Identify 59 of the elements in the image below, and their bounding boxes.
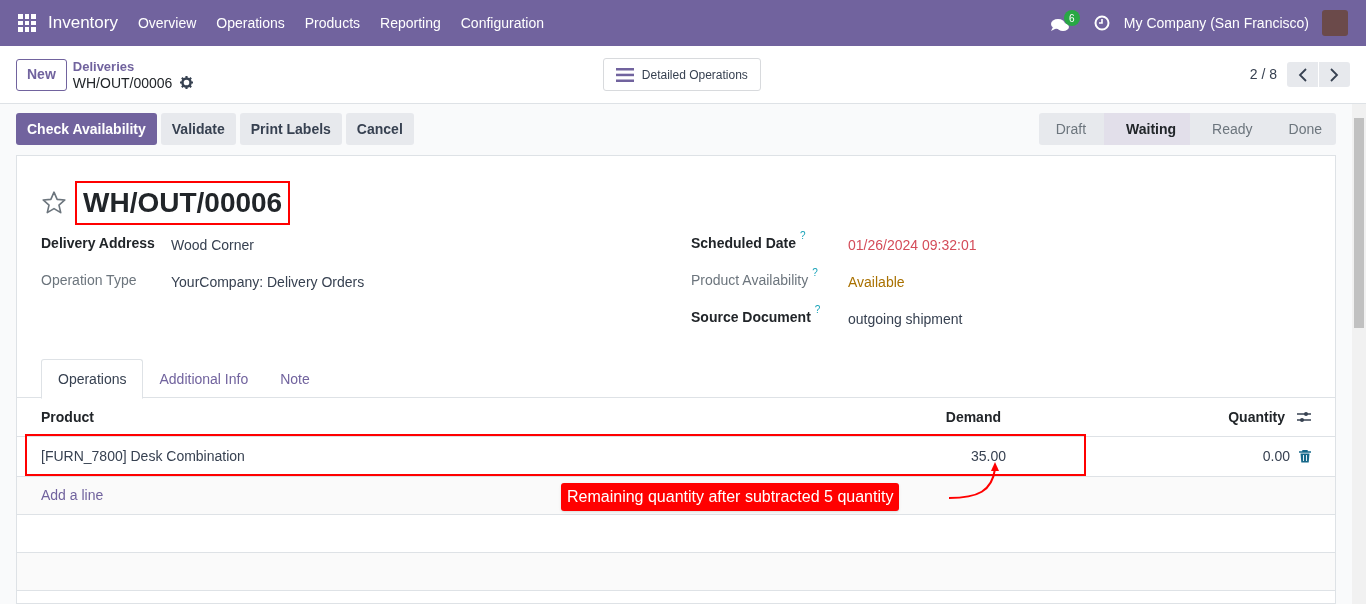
annotation-callout: Remaining quantity after subtracted 5 quantity xyxy=(561,483,900,511)
table-cell[interactable]: 0.00 xyxy=(1006,446,1290,467)
field-label: Product Availability xyxy=(691,271,809,290)
field-value: outgoing shipment xyxy=(848,310,963,329)
add-line-link[interactable]: Add a line xyxy=(41,485,104,506)
column-settings-icon[interactable] xyxy=(1297,410,1311,424)
action-button[interactable]: Validate xyxy=(160,113,236,145)
detailed-operations-button[interactable]: Detailed Operations xyxy=(602,58,761,91)
form-tab[interactable]: Operations xyxy=(41,359,144,399)
breadcrumb-link[interactable]: Deliveries xyxy=(72,58,603,75)
field-label: Delivery Address xyxy=(41,234,155,253)
help-tooltip-icon[interactable]: ? xyxy=(812,267,818,279)
form-tab[interactable]: Note xyxy=(264,359,326,399)
pager-value: 2 / 8 xyxy=(1249,65,1277,84)
record-name: WH/OUT/00006 xyxy=(72,74,173,91)
field-value: 01/26/2024 09:32:01 xyxy=(848,236,977,255)
list-icon xyxy=(615,67,634,82)
menu-item[interactable]: Products xyxy=(304,12,361,34)
chevron-left-icon xyxy=(1298,67,1307,82)
apps-menu-icon[interactable] xyxy=(18,14,36,32)
field-value: YourCompany: Delivery Orders xyxy=(171,273,365,292)
help-tooltip-icon[interactable]: ? xyxy=(814,304,821,316)
column-header[interactable]: Demand xyxy=(801,406,1001,428)
menu-item[interactable]: Reporting xyxy=(380,12,441,34)
menu-item[interactable]: Configuration xyxy=(460,12,544,34)
action-button[interactable]: Check Availability xyxy=(16,113,157,145)
scrollbar-thumb[interactable] xyxy=(1354,118,1364,328)
star-icon[interactable] xyxy=(41,190,67,216)
message-count-badge: 6 xyxy=(1063,10,1080,26)
status-step[interactable]: Done xyxy=(1266,113,1336,145)
table-cell[interactable]: [FURN_7800] Desk Combination xyxy=(41,446,806,467)
form-tab[interactable]: Additional Info xyxy=(143,359,265,399)
annotation-arrow xyxy=(948,462,999,499)
field-label: Source Document xyxy=(691,308,811,327)
action-button[interactable]: Print Labels xyxy=(239,113,342,145)
delete-icon[interactable] xyxy=(1299,450,1311,463)
next-button[interactable] xyxy=(1319,62,1350,87)
menu-item[interactable]: Operations xyxy=(216,12,285,34)
new-button[interactable]: New xyxy=(16,58,67,91)
table-cell[interactable]: 35.00 xyxy=(806,446,1006,467)
status-step[interactable]: Draft xyxy=(1038,113,1105,145)
status-step[interactable]: Waiting xyxy=(1104,113,1191,145)
settings-icon[interactable] xyxy=(180,76,194,89)
app-title[interactable]: Inventory xyxy=(48,10,118,36)
previous-button[interactable] xyxy=(1287,62,1318,87)
status-step[interactable]: Ready xyxy=(1190,113,1267,145)
chevron-right-icon xyxy=(1330,67,1339,82)
field-label: Operation Type xyxy=(41,271,137,290)
field-value: Available xyxy=(848,273,905,292)
field-value: Wood Corner xyxy=(171,236,254,255)
action-button[interactable]: Cancel xyxy=(345,113,414,145)
column-header[interactable]: Product xyxy=(41,406,801,428)
column-header[interactable]: Quantity xyxy=(1001,406,1285,428)
help-tooltip-icon[interactable]: ? xyxy=(800,230,806,242)
company-switcher[interactable]: My Company (San Francisco) xyxy=(1123,12,1309,34)
menu-item[interactable]: Overview xyxy=(137,12,197,34)
field-label: Scheduled Date xyxy=(691,234,797,253)
record-title: WH/OUT/00006 xyxy=(83,186,283,220)
clock-icon[interactable] xyxy=(1093,15,1110,31)
